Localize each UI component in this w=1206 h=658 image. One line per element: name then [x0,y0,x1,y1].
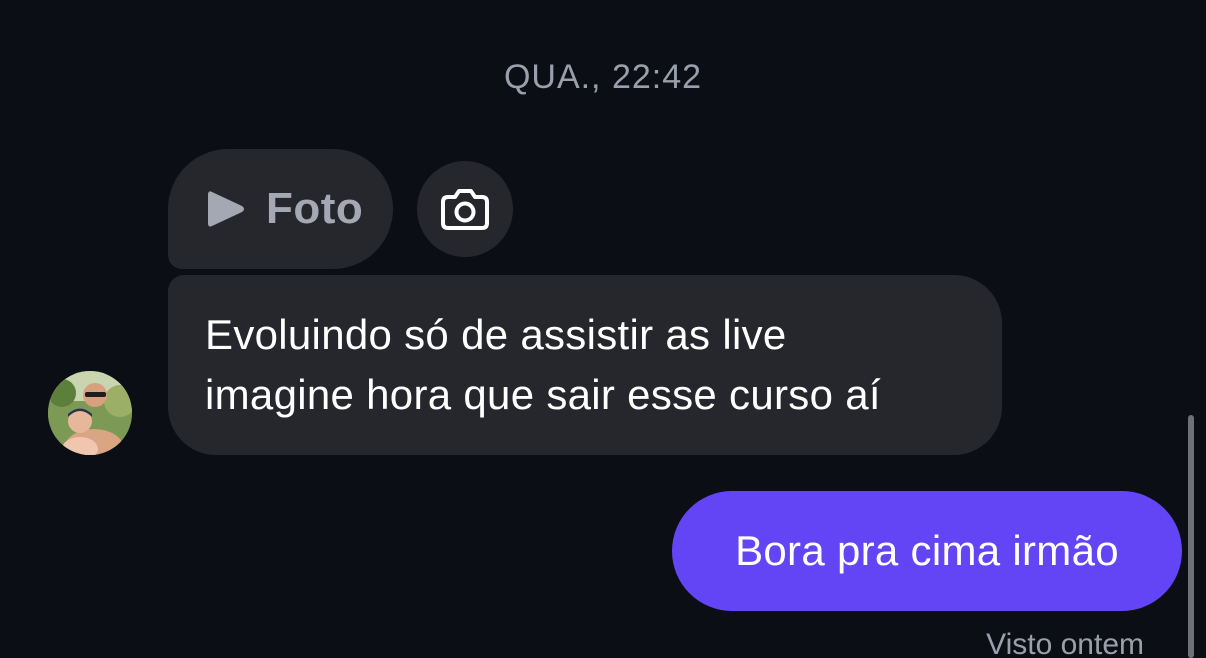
outgoing-message-bubble[interactable]: Bora pra cima irmão [672,491,1182,611]
avatar-photo [48,371,132,455]
chat-thread: QUA., 22:42 Foto Evoluindo só de assisti… [0,0,1206,658]
seen-status: Visto ontem [986,628,1144,658]
message-text-line: imagine hora que sair esse curso aí [205,371,881,418]
reply-photo-preview[interactable]: Foto [168,149,393,269]
message-text-line: Evoluindo só de assistir as live [205,311,787,358]
incoming-message-bubble[interactable]: Evoluindo só de assistir as live imagine… [168,275,1002,455]
avatar[interactable] [48,371,132,455]
message-timestamp: QUA., 22:42 [503,58,703,96]
camera-icon [441,189,489,230]
camera-button[interactable] [417,161,513,257]
scrollbar[interactable] [1188,415,1194,658]
play-icon [208,191,244,227]
reply-preview-label: Foto [266,184,364,233]
